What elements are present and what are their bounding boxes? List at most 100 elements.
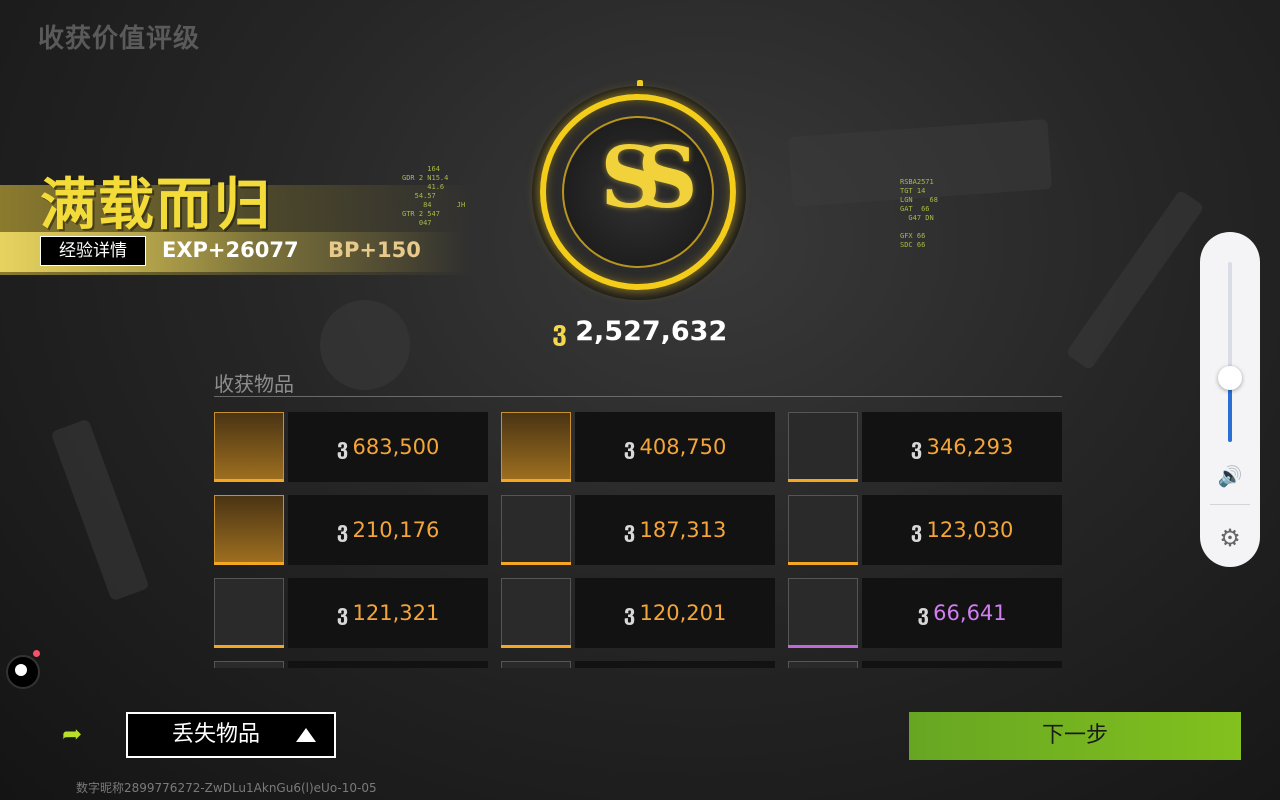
- grenade-icon: [214, 495, 284, 565]
- item-value-box: ვ 408,750: [575, 412, 775, 482]
- item-thumbnail: [501, 661, 571, 668]
- item-value: ვ 121,321: [288, 578, 488, 648]
- coin-icon: ვ: [336, 601, 349, 625]
- vest-icon: [501, 495, 571, 565]
- item-card[interactable]: [788, 661, 1062, 668]
- rarity-bar: [501, 479, 571, 482]
- items-section-title: 收获物品: [214, 372, 294, 396]
- panel-divider: [1210, 504, 1250, 505]
- lost-items-button[interactable]: 丢失物品: [126, 712, 336, 758]
- bp-gained: BP+150: [328, 238, 421, 262]
- item-card[interactable]: ვ 683,500: [214, 412, 488, 482]
- item-value-box: ვ 683,500: [288, 412, 488, 482]
- page-title: 收获价值评级: [38, 24, 201, 54]
- rarity-bar: [501, 645, 571, 648]
- item-value-amount: 120,201: [639, 601, 727, 625]
- gold-chain-icon: [788, 578, 858, 648]
- item-thumbnail: [214, 661, 284, 668]
- item-value: ვ 683,500: [288, 412, 488, 482]
- item-value: ვ 408,750: [575, 412, 775, 482]
- footer-id-text: 数字昵称2899776272-ZwDLu1AknGu6(l)eUo-10-05: [76, 781, 377, 795]
- speaker-icon[interactable]: 🔊: [1216, 464, 1244, 488]
- item-value-amount: 121,321: [352, 601, 440, 625]
- coin-icon: ვ: [623, 435, 636, 459]
- item-value-amount: 346,293: [926, 435, 1014, 459]
- thermometer-gun-icon: [788, 495, 858, 565]
- expand-arrow-icon: [296, 728, 316, 742]
- result-headline: 满载而归: [40, 173, 272, 238]
- item-value-box: ვ 187,313: [575, 495, 775, 565]
- exp-details-button[interactable]: 经验详情: [40, 236, 146, 266]
- item-value-box: [862, 661, 1062, 668]
- item-value-amount: 123,030: [926, 518, 1014, 542]
- rarity-bar: [214, 479, 284, 482]
- item-value-box: [288, 661, 488, 668]
- wire-icon: [501, 412, 571, 482]
- item-value-box: ვ 346,293: [862, 412, 1062, 482]
- item-value: ვ 66,641: [862, 578, 1062, 648]
- item-card[interactable]: [214, 661, 488, 668]
- item-card[interactable]: ვ 120,201: [501, 578, 775, 648]
- rarity-bar: [501, 562, 571, 565]
- total-value-amount: 2,527,632: [575, 316, 728, 347]
- notification-badge: [33, 650, 40, 657]
- item-value: ვ 187,313: [575, 495, 775, 565]
- coin-icon: ვ: [910, 435, 923, 459]
- gun-icon: [501, 578, 571, 648]
- item-value-box: ვ 66,641: [862, 578, 1062, 648]
- item-value-box: ვ 121,321: [288, 578, 488, 648]
- item-value: ვ 346,293: [862, 412, 1062, 482]
- rarity-bar: [214, 562, 284, 565]
- item-card[interactable]: ვ 408,750: [501, 412, 775, 482]
- gear-icon[interactable]: ⚙: [1216, 524, 1244, 552]
- item-thumbnail: [788, 661, 858, 668]
- item-card[interactable]: ვ 210,176: [214, 495, 488, 565]
- coin-icon: ვ: [917, 601, 930, 625]
- lost-items-label: 丢失物品: [172, 722, 261, 747]
- item-card[interactable]: [501, 661, 775, 668]
- item-card[interactable]: ვ 187,313: [501, 495, 775, 565]
- rarity-bar: [788, 645, 858, 648]
- item-card[interactable]: ვ 123,030: [788, 495, 1062, 565]
- item-value-box: ვ 210,176: [288, 495, 488, 565]
- rarity-bar: [214, 645, 284, 648]
- coin-icon: ვ: [910, 518, 923, 542]
- coin-icon: ვ: [336, 435, 349, 459]
- coin-icon: ვ: [623, 518, 636, 542]
- rarity-bar: [788, 562, 858, 565]
- item-value-box: ვ 123,030: [862, 495, 1062, 565]
- coin-icon: ვ: [552, 316, 568, 347]
- volume-slider-knob[interactable]: [1218, 366, 1242, 390]
- item-value-amount: 683,500: [352, 435, 440, 459]
- floating-button-dot: [15, 664, 27, 676]
- section-divider: [214, 396, 1062, 397]
- item-card[interactable]: ვ 346,293: [788, 412, 1062, 482]
- item-value: ვ 123,030: [862, 495, 1062, 565]
- item-value-box: ვ 120,201: [575, 578, 775, 648]
- item-card[interactable]: ვ 121,321: [214, 578, 488, 648]
- grade-letter: SS: [600, 128, 697, 227]
- hud-readout-decor: RSBA2571 TGT 14 LGN 68 GAT 66 G47 DN GFX…: [900, 178, 938, 249]
- card-icon: [214, 578, 284, 648]
- item-value: ვ 210,176: [288, 495, 488, 565]
- medal-icon: [214, 412, 284, 482]
- total-value: ვ 2,527,632: [552, 316, 727, 347]
- item-value-amount: 66,641: [933, 601, 1007, 625]
- coin-icon: ვ: [623, 601, 636, 625]
- coin-icon: ვ: [336, 518, 349, 542]
- background-shape: [50, 418, 150, 602]
- share-icon[interactable]: ➦: [56, 718, 88, 750]
- exp-gained: EXP+26077: [162, 238, 299, 262]
- next-button[interactable]: 下一步: [909, 712, 1241, 760]
- item-value-amount: 210,176: [352, 518, 440, 542]
- rarity-bar: [788, 479, 858, 482]
- items-grid[interactable]: ვ 683,500 ვ 408,750 ვ 346,293 ვ 210,176 ვ 187…: [214, 412, 1062, 668]
- item-value: ვ 120,201: [575, 578, 775, 648]
- hud-readout-decor: 164 GDR 2 N15.4 41.6 54.57 84 JH GTR 2 5…: [402, 165, 466, 227]
- item-value-amount: 408,750: [639, 435, 727, 459]
- background-shape: [1065, 189, 1205, 371]
- item-card[interactable]: ვ 66,641: [788, 578, 1062, 648]
- helmet-icon: [788, 412, 858, 482]
- background-shape: [320, 300, 410, 390]
- item-value-amount: 187,313: [639, 518, 727, 542]
